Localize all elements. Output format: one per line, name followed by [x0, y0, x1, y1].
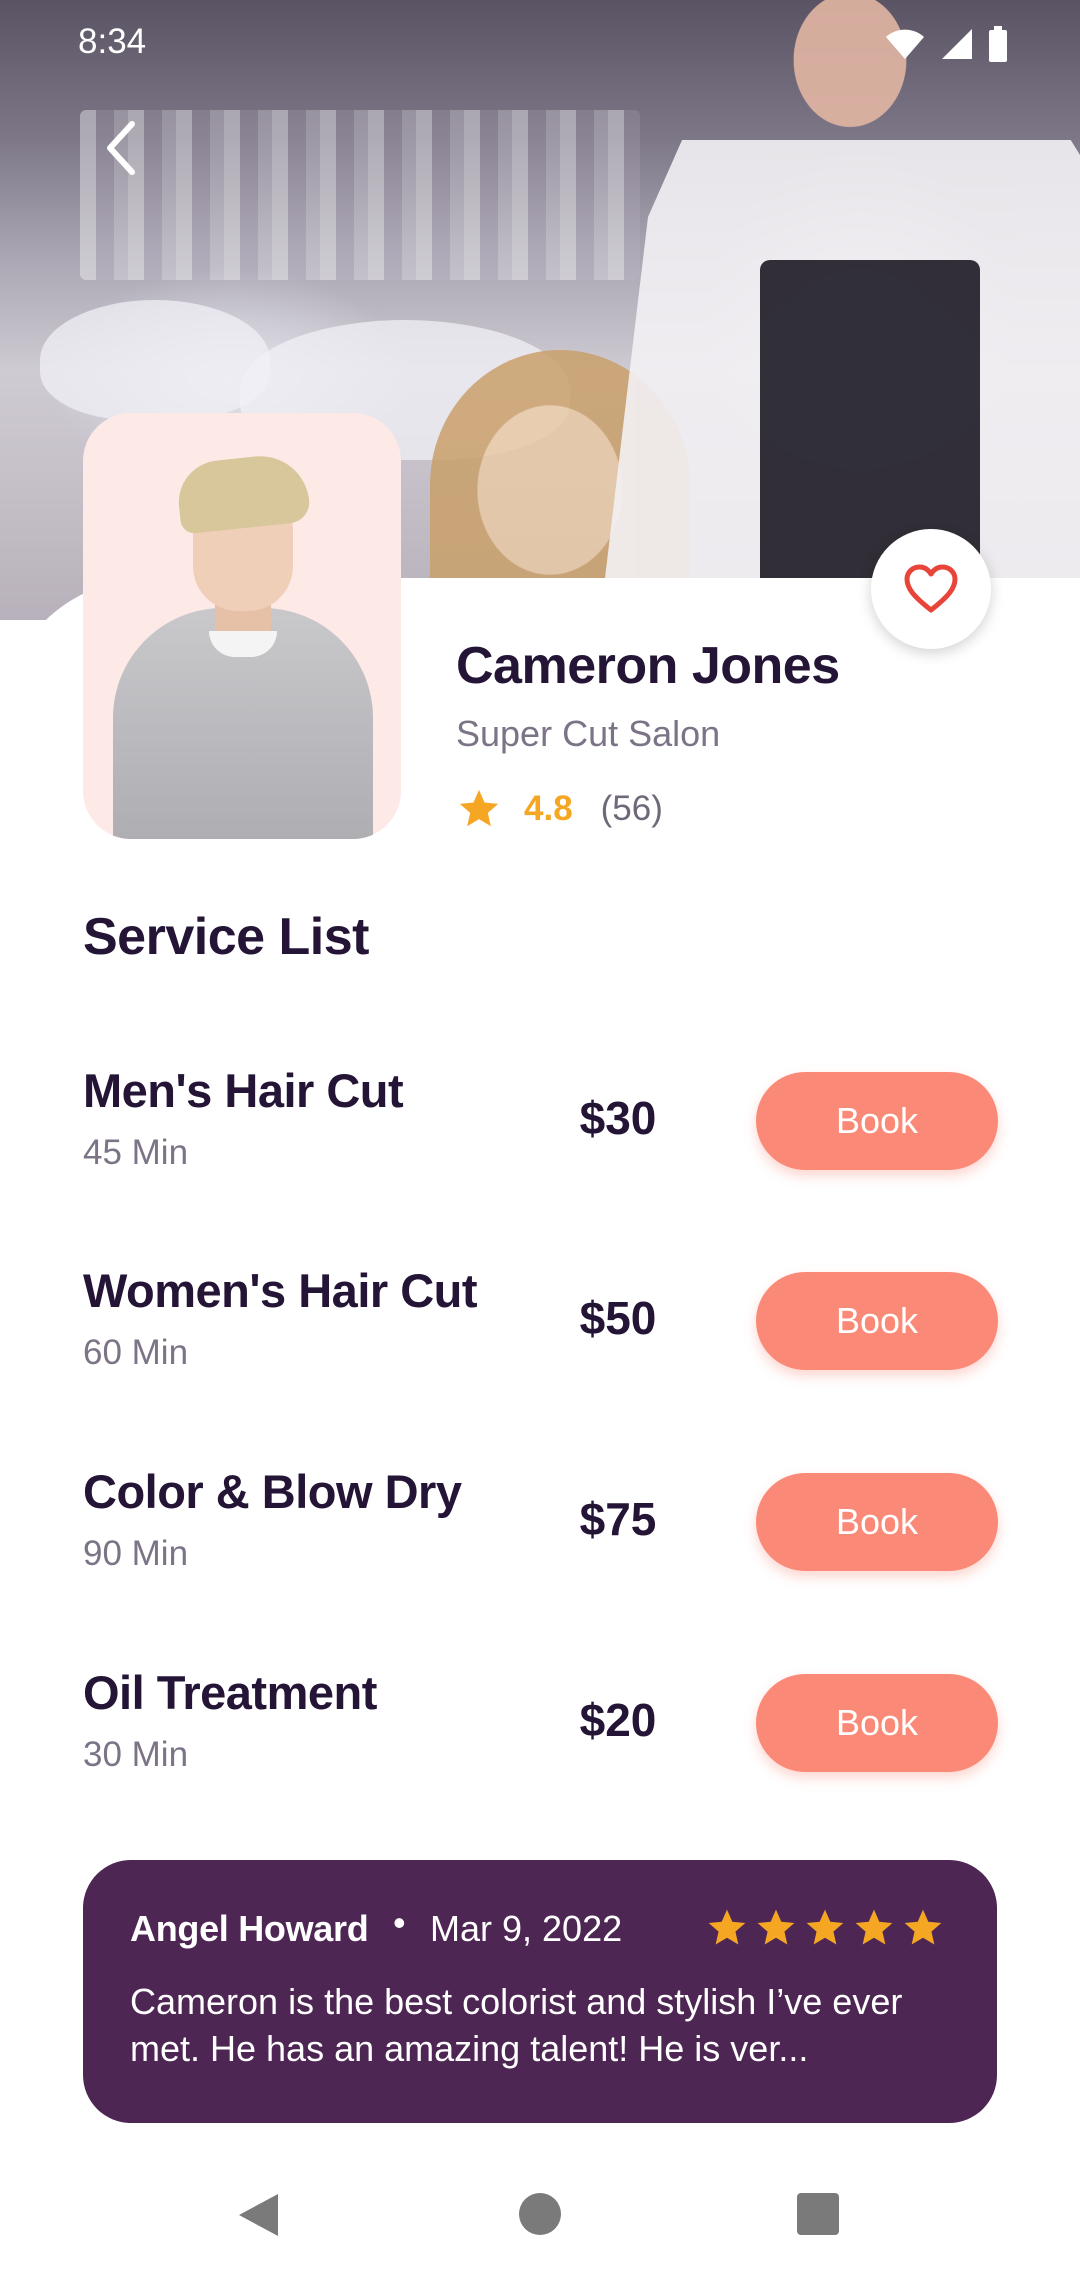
salon-shelf: [80, 110, 640, 280]
nav-home-icon[interactable]: [519, 2193, 561, 2235]
status-bar: 8:34: [0, 0, 1080, 90]
star-icon: [757, 1909, 795, 1945]
service-duration: 45 Min: [83, 1133, 189, 1172]
review-card[interactable]: Angel Howard • Mar 9, 2022 Cameron is th…: [83, 1860, 997, 2123]
service-name: Oil Treatment: [83, 1666, 377, 1719]
section-title: Service List: [83, 908, 369, 966]
service-price: $50: [579, 1292, 657, 1344]
nav-recents-icon[interactable]: [797, 2193, 839, 2235]
service-price: $20: [579, 1694, 657, 1746]
review-author: Angel Howard: [130, 1908, 369, 1949]
book-button[interactable]: Book: [756, 1674, 998, 1772]
rating: 4.8 (56): [456, 786, 663, 832]
service-duration: 30 Min: [83, 1735, 189, 1774]
review-separator: •: [393, 1902, 406, 1943]
rating-count: (56): [600, 789, 663, 828]
star-icon: [806, 1909, 844, 1945]
salon-name: Super Cut Salon: [456, 713, 721, 754]
stylist-avatar: [83, 413, 401, 839]
book-button[interactable]: Book: [756, 1473, 998, 1571]
service-name: Men's Hair Cut: [83, 1064, 404, 1117]
book-button[interactable]: Book: [756, 1272, 998, 1370]
star-icon: [904, 1909, 942, 1945]
service-price: $30: [579, 1092, 657, 1144]
avatar-hair: [174, 451, 312, 535]
star-icon: [708, 1909, 746, 1945]
service-item: Oil Treatment 30 Min $20 Book: [83, 1665, 998, 1775]
signal-icon: [942, 29, 972, 59]
review-stars: [705, 1906, 945, 1950]
service-name: Color & Blow Dry: [83, 1465, 462, 1518]
wifi-icon: [886, 29, 924, 59]
heart-outline-icon: [904, 564, 958, 613]
battery-icon: [989, 26, 1007, 62]
book-button[interactable]: Book: [756, 1072, 998, 1170]
star-icon: [459, 789, 499, 827]
back-button[interactable]: [92, 118, 152, 178]
service-item: Men's Hair Cut 45 Min $30 Book: [83, 1063, 998, 1173]
review-text: Cameron is the best colorist and stylish…: [130, 1981, 903, 2069]
stylist-name: Cameron Jones: [456, 637, 840, 695]
service-duration: 90 Min: [83, 1534, 189, 1573]
service-item: Color & Blow Dry 90 Min $75 Book: [83, 1464, 998, 1574]
review-date: Mar 9, 2022: [430, 1908, 623, 1949]
service-duration: 60 Min: [83, 1333, 189, 1372]
salon-sink: [40, 300, 270, 420]
favorite-button[interactable]: [871, 529, 991, 649]
status-time: 8:34: [78, 22, 147, 61]
chevron-left-icon: [107, 121, 135, 175]
star-icon: [855, 1909, 893, 1945]
rating-value: 4.8: [524, 789, 573, 828]
navigation-bar: [0, 2160, 1080, 2280]
service-name: Women's Hair Cut: [83, 1264, 478, 1317]
service-price: $75: [579, 1493, 657, 1545]
service-item: Women's Hair Cut 60 Min $50 Book: [83, 1263, 998, 1373]
nav-back-icon[interactable]: [236, 2192, 280, 2238]
status-icons: [884, 26, 1008, 62]
